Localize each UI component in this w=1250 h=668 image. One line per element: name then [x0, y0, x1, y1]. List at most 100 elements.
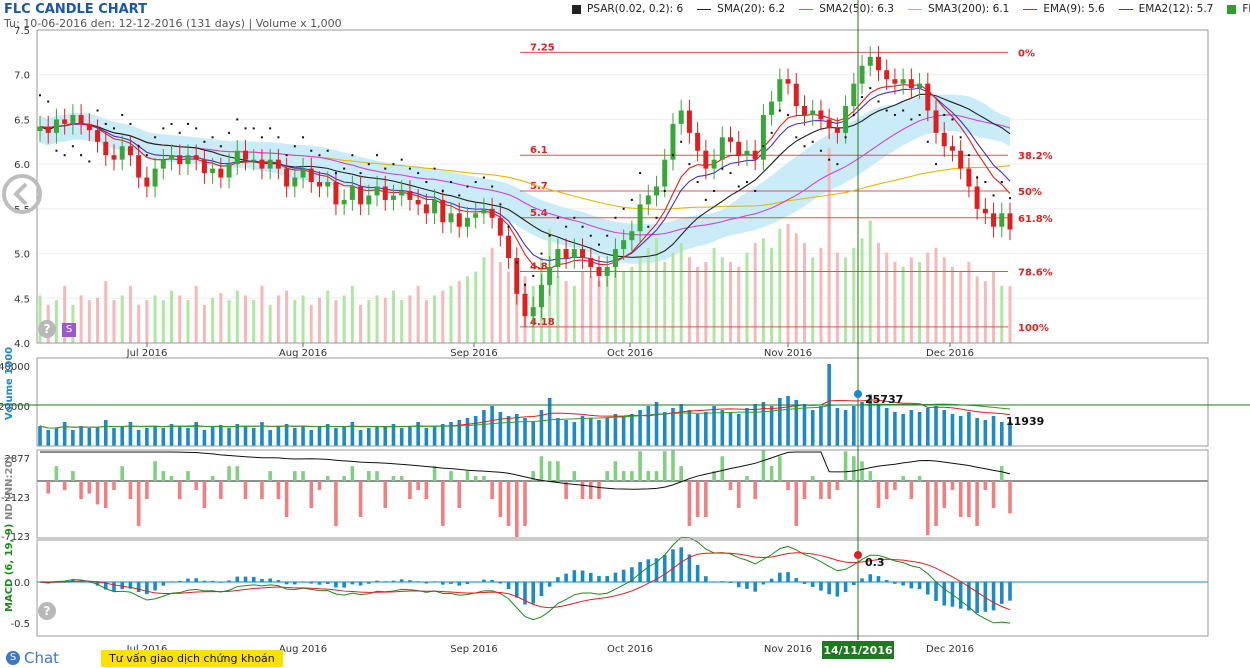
- volume-ghost-bar: [745, 252, 749, 343]
- volume-bar: [942, 410, 947, 446]
- psar-dot: [918, 113, 921, 116]
- volume-ghost-bar: [285, 290, 289, 343]
- candle-chart[interactable]: 0%7.2538.2%6.150%5.761.8%5.478.6%4.8100%…: [0, 0, 1250, 668]
- volume-bar: [136, 430, 141, 446]
- macd-histogram-bar: [662, 554, 667, 582]
- psar-dot: [869, 87, 872, 90]
- macd-histogram-bar: [383, 581, 388, 582]
- psar-dot: [228, 131, 231, 134]
- volume-bar: [112, 428, 116, 446]
- chat-button[interactable]: S Chat: [0, 648, 66, 668]
- nd-bar: [794, 481, 799, 526]
- macd-histogram-bar: [416, 581, 420, 582]
- candle: [136, 155, 142, 178]
- macd-histogram-bar: [794, 577, 799, 582]
- nd-bar: [868, 471, 873, 481]
- nd-bar: [942, 481, 947, 508]
- volume-ghost-bar: [918, 262, 922, 343]
- volume-bar: [794, 400, 799, 446]
- volume-bar: [687, 410, 692, 446]
- volume-ghost-bar: [317, 297, 321, 343]
- s-badge[interactable]: S: [62, 323, 76, 337]
- volume-bar: [901, 414, 905, 446]
- nd-bar: [901, 476, 905, 481]
- volume-bar: [317, 427, 322, 446]
- candle: [86, 123, 92, 131]
- nd-bar: [983, 481, 988, 490]
- macd-histogram-bar: [745, 582, 749, 589]
- macd-histogram-bar: [547, 582, 552, 587]
- candle: [810, 110, 816, 115]
- nd-bar: [128, 481, 133, 499]
- macd-histogram-bar: [1008, 582, 1012, 601]
- macd-panel: 0.3: [37, 536, 1208, 624]
- volume-ghost-bar: [827, 147, 831, 343]
- candle: [152, 168, 158, 187]
- candle: [612, 249, 618, 267]
- psar-dot: [721, 167, 724, 170]
- macd-tick-label: -0.5: [10, 619, 30, 630]
- prev-arrow-icon[interactable]: [2, 164, 42, 224]
- candle: [489, 208, 495, 218]
- psar-dot: [532, 274, 535, 277]
- macd-histogram-bar: [695, 564, 700, 582]
- candle: [144, 177, 150, 187]
- volume-ghost-bar: [835, 252, 839, 343]
- price-tick-label: 4.5: [14, 294, 30, 305]
- nd-frame: [36, 449, 1209, 539]
- volume-bar: [909, 410, 914, 446]
- candle: [974, 186, 980, 209]
- nd-bar: [950, 481, 955, 490]
- macd-histogram-bar: [679, 547, 683, 582]
- volume-ghost-bar: [416, 285, 420, 343]
- volume-bar: [605, 418, 610, 446]
- volume-ghost-bar: [186, 300, 190, 343]
- macd-histogram-bar: [309, 582, 314, 584]
- nd-bar: [654, 471, 659, 481]
- volume-bar: [383, 427, 388, 446]
- candle: [538, 284, 544, 308]
- volume-ghost-bar: [104, 281, 108, 343]
- volume-bar: [753, 404, 757, 446]
- nd-bar: [219, 481, 223, 499]
- nd-bar: [408, 481, 412, 499]
- candle: [686, 110, 692, 133]
- candle: [497, 217, 503, 236]
- volume-bar: [227, 428, 231, 446]
- psar-dot: [951, 118, 954, 121]
- volume-ghost-bar: [737, 266, 741, 343]
- fib-value-label: 6.1: [530, 145, 548, 156]
- volume-ghost-bar: [424, 300, 428, 343]
- candle: [588, 258, 594, 267]
- macd-histogram-bar: [317, 582, 322, 585]
- volume-bar: [276, 426, 281, 446]
- candle: [867, 56, 873, 66]
- macd-histogram-bar: [194, 578, 198, 582]
- psar-dot: [104, 122, 107, 125]
- volume-peak-label: 25737: [865, 393, 903, 406]
- psar-dot: [55, 149, 58, 152]
- candle: [843, 106, 849, 133]
- psar-dot: [482, 176, 485, 179]
- volume-ghost-bar: [811, 257, 815, 343]
- consult-button[interactable]: Tư vấn giao dịch chứng khoán: [101, 649, 283, 667]
- nd-bar: [778, 456, 782, 481]
- volume-bar: [572, 422, 577, 446]
- psar-dot: [112, 127, 115, 130]
- nd-bar: [46, 481, 51, 494]
- macd-histogram-bar: [440, 582, 445, 585]
- x-tick-label-bottom: Sep 2016: [450, 644, 497, 655]
- help-icon-macd[interactable]: ?: [38, 602, 56, 620]
- macd-histogram-bar: [375, 580, 379, 582]
- psar-dot: [737, 185, 740, 188]
- volume-ghost-bar: [79, 295, 83, 343]
- candle: [259, 159, 265, 169]
- volume-ghost-bar: [679, 243, 683, 343]
- macd-histogram-bar: [251, 576, 256, 582]
- macd-histogram-bar: [424, 582, 429, 584]
- nd-bar: [925, 481, 930, 535]
- help-icon[interactable]: ?: [38, 320, 56, 338]
- psar-dot: [384, 167, 387, 170]
- volume-bar: [983, 420, 988, 446]
- volume-bar: [588, 418, 593, 446]
